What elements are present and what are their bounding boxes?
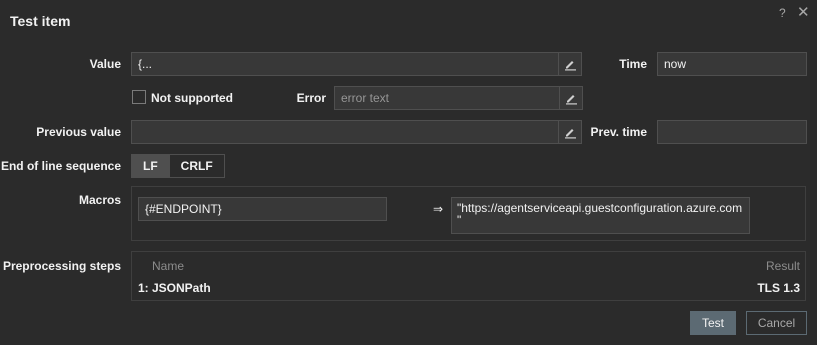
error-field[interactable]: error text bbox=[334, 86, 560, 110]
macro-value-line-1: "https://agentserviceapi.guestconfigurat… bbox=[457, 201, 743, 215]
previous-value-label: Previous value bbox=[36, 125, 121, 139]
dialog-title: Test item bbox=[10, 13, 71, 29]
macro-arrow-icon: ⇒ bbox=[433, 202, 444, 216]
cancel-button[interactable]: Cancel bbox=[746, 311, 807, 335]
preprocessing-col-name: Name bbox=[152, 259, 185, 273]
eol-option-crlf[interactable]: CRLF bbox=[168, 155, 224, 177]
previous-value-edit-button[interactable] bbox=[558, 120, 582, 144]
pencil-icon bbox=[566, 95, 577, 105]
preprocessing-box bbox=[131, 251, 806, 301]
value-field[interactable]: {... bbox=[131, 52, 559, 76]
eol-label: End of line sequence bbox=[0, 159, 121, 173]
preprocessing-step-name: 1: JSONPath bbox=[138, 281, 211, 295]
prev-time-field[interactable] bbox=[657, 120, 807, 144]
macro-value-line-2: " bbox=[457, 213, 462, 227]
error-label: Error bbox=[296, 91, 326, 105]
macros-label: Macros bbox=[78, 193, 121, 207]
time-label: Time bbox=[619, 57, 647, 71]
previous-value-field[interactable] bbox=[131, 120, 559, 144]
preprocessing-col-result: Result bbox=[765, 259, 800, 273]
time-field[interactable]: now bbox=[657, 52, 807, 76]
prev-time-label: Prev. time bbox=[590, 125, 647, 139]
value-label: Value bbox=[89, 57, 121, 71]
macro-name-field[interactable]: {#ENDPOINT} bbox=[138, 197, 387, 221]
pencil-icon bbox=[565, 61, 576, 71]
not-supported-label: Not supported bbox=[151, 91, 233, 105]
eol-segmented-control: LF CRLF bbox=[131, 154, 225, 178]
error-edit-button[interactable] bbox=[559, 86, 583, 110]
value-edit-button[interactable] bbox=[558, 52, 582, 76]
test-button[interactable]: Test bbox=[690, 311, 736, 335]
preprocessing-step-result: TLS 1.3 bbox=[757, 281, 800, 295]
eol-option-lf[interactable]: LF bbox=[132, 155, 169, 177]
test-item-dialog: Test item ? ✕ Value {... Time now Not su… bbox=[0, 0, 817, 345]
preprocessing-label: Preprocessing steps bbox=[2, 259, 121, 273]
not-supported-checkbox[interactable] bbox=[132, 90, 146, 104]
macro-value-field[interactable]: "https://agentserviceapi.guestconfigurat… bbox=[451, 197, 750, 234]
close-icon[interactable]: ✕ bbox=[797, 5, 810, 20]
pencil-icon bbox=[565, 129, 576, 139]
help-icon[interactable]: ? bbox=[779, 6, 786, 20]
